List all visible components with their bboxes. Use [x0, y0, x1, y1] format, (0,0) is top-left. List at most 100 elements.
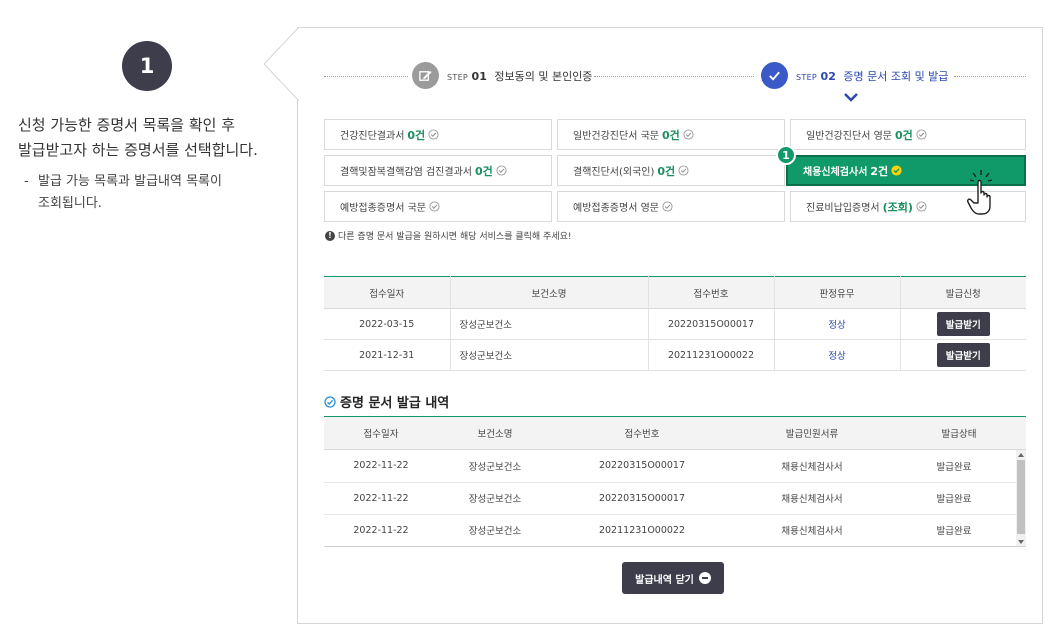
cert-count: 0건 [661, 128, 680, 142]
check-icon [761, 62, 788, 89]
cell-number: 20211231O00022 [648, 339, 775, 371]
step-marker-badge: 1 [776, 145, 796, 165]
hand-pointer-icon [967, 170, 993, 215]
scroll-thumb[interactable] [1017, 460, 1025, 534]
table-row: 2022-11-22 장성군보건소 20220315O00017 채용신체검사서… [324, 482, 1016, 515]
guide-subnote: - 발급 가능 목록과 발급내역 목록이 조회됩니다. [24, 171, 264, 215]
check-circle-icon [683, 129, 694, 140]
table-header-row: 접수일자 보건소명 접수번호 판정유무 발급신청 [324, 276, 1026, 309]
certificate-grid: 건강진단결과서 0건 일반건강진단서 국문 0건 일반건강진단서 영문 0건 결… [324, 119, 1026, 222]
cell-date: 2022-11-22 [324, 514, 438, 546]
cert-health-result[interactable]: 건강진단결과서 0건 [324, 119, 552, 150]
cell-center: 장성군보건소 [438, 450, 552, 483]
cell-date: 2022-03-15 [324, 308, 451, 340]
issue-button[interactable]: 발급받기 [936, 312, 990, 336]
col-header: 접수일자 [324, 276, 451, 309]
cell-doc: 채용신체검사서 [732, 514, 892, 546]
cell-date: 2022-11-22 [324, 482, 438, 515]
check-circle-icon [678, 165, 689, 176]
cell-center: 장성군보건소 [438, 514, 552, 546]
cert-general-english[interactable]: 일반건강진단서 영문 0건 [790, 119, 1026, 150]
cell-date: 2021-12-31 [324, 339, 451, 371]
cert-count: 0건 [407, 128, 426, 142]
table-row: 2021-12-31 장성군보건소 20211231O00022 정상 발급받기 [324, 339, 1026, 371]
guide-description: 신청 가능한 증명서 목록을 확인 후 발급받고자 하는 증명서를 선택합니다. [18, 113, 288, 163]
cert-general-korean[interactable]: 일반건강진단서 국문 0건 [557, 119, 785, 150]
notice-text: 다른 증명 문서 발급을 원하시면 해당 서비스를 클릭해 주세요! [338, 232, 572, 242]
cell-center: 장성군보건소 [450, 308, 649, 340]
col-header: 발급상태 [892, 416, 1026, 450]
step-1-number: 01 [471, 69, 487, 83]
col-header: 판정유무 [774, 276, 901, 309]
cell-center: 장성군보건소 [438, 482, 552, 515]
cert-vaccination-korean[interactable]: 예방접종증명서 국문 [324, 191, 552, 222]
check-circle-icon [662, 201, 673, 212]
cert-vaccination-english[interactable]: 예방접종증명서 영문 [557, 191, 785, 222]
cert-label: 진료비납입증명서 [806, 203, 880, 214]
scroll-up-arrow[interactable] [1018, 453, 1024, 457]
cert-label: 일반건강진단서 영문 [806, 131, 892, 142]
step-number-badge: 1 [122, 41, 172, 91]
cell-result: 정상 [774, 308, 901, 340]
cert-label: 일반건강진단서 국문 [573, 131, 659, 142]
col-header: 보건소명 [438, 416, 552, 450]
step-2: STEP 02 증명 문서 조회 및 발급 [761, 62, 948, 89]
col-header: 접수번호 [648, 276, 775, 309]
cell-number: 20211231O00022 [552, 514, 732, 546]
issue-table: 접수일자 보건소명 접수번호 판정유무 발급신청 2022-03-15 장성군보… [324, 276, 1026, 371]
step-1-prefix: STEP [447, 72, 469, 82]
cert-tb-foreigner[interactable]: 결핵진단서(외국인) 0건 [557, 155, 785, 186]
col-header: 발급신청 [900, 276, 1026, 309]
history-scrollbar[interactable] [1016, 450, 1026, 546]
check-circle-icon [496, 165, 507, 176]
step-2-number: 02 [820, 69, 836, 83]
cert-label: 예방접종증명서 영문 [573, 203, 659, 214]
table-row: 2022-03-15 장성군보건소 20220315O00017 정상 발급받기 [324, 308, 1026, 340]
cert-count: 0건 [657, 164, 676, 178]
cell-center: 장성군보건소 [450, 339, 649, 371]
guide-sub-line-2: 조회됩니다. [38, 196, 102, 211]
guide-line-1: 신청 가능한 증명서 목록을 확인 후 [18, 116, 236, 134]
history-table-header: 접수일자 보건소명 접수번호 발급민원서류 발급상태 [324, 416, 1026, 450]
cert-label: 건강진단결과서 [340, 131, 405, 142]
check-circle-icon [916, 201, 927, 212]
minus-circle-icon [698, 572, 711, 584]
cell-doc: 채용신체검사서 [732, 450, 892, 483]
close-history-button[interactable]: 발급내역 닫기 [622, 562, 724, 594]
cell-status: 발급완료 [892, 482, 1016, 515]
check-circle-icon [324, 395, 336, 408]
cell-number: 20220315O00017 [552, 482, 732, 515]
cell-result: 정상 [774, 339, 901, 371]
cell-number: 20220315O00017 [552, 450, 732, 483]
check-circle-icon [891, 165, 902, 176]
scroll-down-arrow[interactable] [1018, 540, 1024, 544]
col-header: 발급민원서류 [732, 416, 892, 450]
step-1-label: 정보동의 및 본인인증 [494, 69, 593, 83]
history-heading: 증명 문서 발급 내역 [324, 392, 449, 411]
cell-status: 발급완료 [892, 514, 1016, 546]
cell-number: 20220315O00017 [648, 308, 775, 340]
chevron-down-icon [844, 93, 858, 102]
cell-doc: 채용신체검사서 [732, 482, 892, 515]
cert-count: (조회) [882, 200, 913, 214]
cert-tb-screening[interactable]: 결핵및잠복결핵감염 검진결과서 0건 [324, 155, 552, 186]
cell-date: 2022-11-22 [324, 450, 438, 483]
col-header: 보건소명 [450, 276, 649, 309]
check-circle-icon [428, 129, 439, 140]
cell-status: 발급완료 [892, 450, 1016, 483]
table-row: 2022-11-22 장성군보건소 20220315O00017 채용신체검사서… [324, 450, 1016, 483]
guide-line-2: 발급받고자 하는 증명서를 선택합니다. [18, 141, 258, 159]
col-header: 접수번호 [552, 416, 732, 450]
edit-icon [412, 62, 439, 89]
table-row: 2022-11-22 장성군보건소 20211231O00022 채용신체검사서… [324, 514, 1016, 546]
panel-pointer [263, 27, 299, 101]
issue-button[interactable]: 발급받기 [936, 343, 990, 367]
check-circle-icon [916, 129, 927, 140]
notice-message: ! 다른 증명 문서 발급을 원하시면 해당 서비스를 클릭해 주세요! [325, 229, 572, 242]
col-header: 접수일자 [324, 416, 438, 450]
cert-label: 결핵및잠복결핵감염 검진결과서 [340, 167, 472, 178]
step-2-prefix: STEP [796, 72, 818, 82]
history-table-body[interactable]: 2022-11-22 장성군보건소 20220315O00017 채용신체검사서… [324, 450, 1026, 547]
cert-count: 0건 [474, 164, 493, 178]
history-table: 2022-11-22 장성군보건소 20220315O00017 채용신체검사서… [324, 450, 1016, 546]
